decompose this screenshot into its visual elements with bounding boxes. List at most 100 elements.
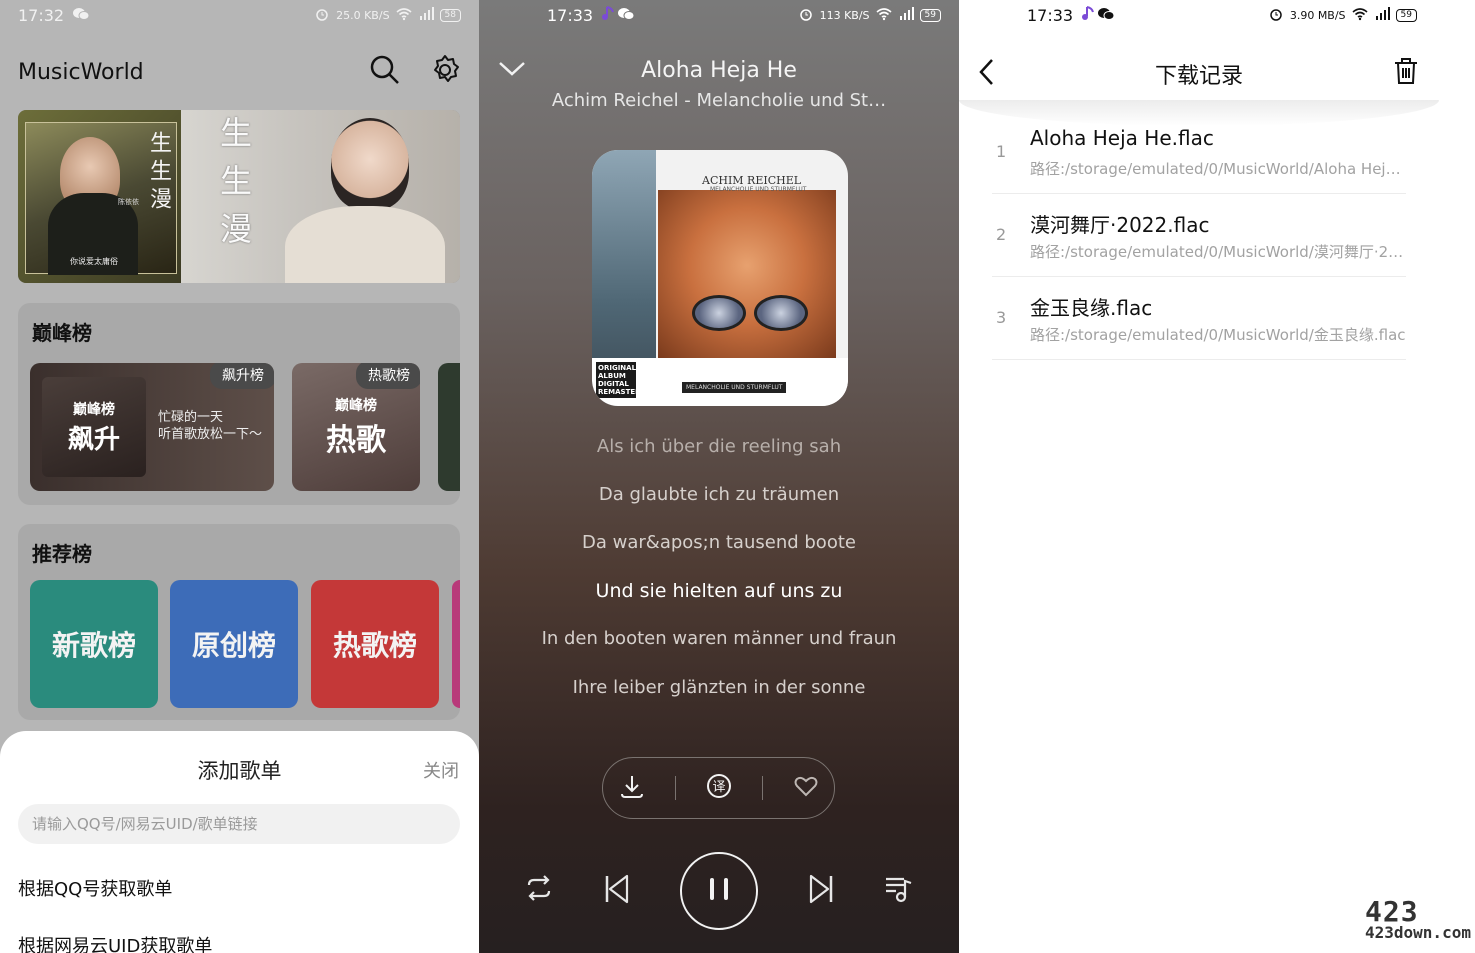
net-speed: 3.90 MB/S [1289, 8, 1346, 22]
rank-tile-hot[interactable]: 热歌榜 巅峰榜 热歌 [292, 363, 420, 491]
wechat-icon [617, 6, 635, 25]
status-time: 17:33 [547, 5, 594, 25]
rank-desc-line2: 听首歌放松一下～ [158, 427, 263, 442]
banner-album-cover: 生生漫 陈依依 你说爱太庸俗 [18, 110, 181, 283]
item-path: 路径:/storage/emulated/0/MusicWorld/金玉良缘.f… [1030, 326, 1406, 344]
previous-track-icon[interactable] [601, 872, 633, 910]
search-icon[interactable] [369, 54, 401, 90]
status-bar: 17:33 113 KB/S 59 [479, 0, 959, 30]
home-screen: 17:32 25.0 KB/S 58 MusicWorld 生生漫 陈依依 你说… [0, 0, 479, 953]
rank-art-small: 巅峰榜 [335, 398, 377, 414]
download-history-screen: 17:33 3.90 MB/S 59 下载记录 1 Aloha Heja He.… [959, 0, 1475, 953]
signal-icon [418, 6, 434, 24]
alarm-icon [1268, 7, 1284, 24]
item-filename: 漠河舞厅·2022.flac [1030, 213, 1210, 237]
wifi-icon [1352, 7, 1368, 24]
item-path: 路径:/storage/emulated/0/MusicWorld/Aloha … [1030, 160, 1408, 178]
pause-button[interactable] [680, 852, 758, 930]
rank-tile-soaring[interactable]: 飙升榜 巅峰榜 飙升 忙碌的一天 听首歌放松一下～ [30, 363, 274, 491]
rank-art-big: 热歌 [326, 423, 386, 458]
app-title: MusicWorld [18, 59, 144, 85]
wifi-icon [396, 7, 412, 24]
banner-photo: 生生漫 [181, 110, 460, 283]
item-index: 1 [996, 142, 1007, 161]
rank-badge: 飙升榜 [210, 363, 274, 389]
album-tag: ORIGINAL ALBUM DIGITAL REMASTERED [596, 362, 652, 398]
favorite-heart-icon[interactable] [792, 772, 820, 804]
status-bar: 17:32 25.0 KB/S 58 [0, 0, 479, 30]
banner-artist: 陈依依 [118, 198, 139, 206]
settings-gear-icon[interactable] [429, 54, 461, 90]
wifi-icon [876, 7, 892, 24]
status-time: 17:33 [1027, 5, 1074, 25]
rec-tile-original[interactable]: 原创榜 [170, 580, 298, 708]
wechat-icon [1097, 6, 1115, 25]
status-time: 17:32 [18, 5, 65, 25]
repeat-mode-icon[interactable] [523, 872, 555, 908]
item-path: 路径:/storage/emulated/0/MusicWorld/漠河舞厅·2… [1030, 243, 1408, 261]
recommend-chart-section: 推荐榜 新歌榜 原创榜 热歌榜 [18, 524, 460, 720]
item-filename: Aloha Heja He.flac [1030, 126, 1214, 150]
rec-tile-partial[interactable] [452, 580, 460, 708]
rec-tile-new-songs[interactable]: 新歌榜 [30, 580, 158, 708]
song-actions-bar: 译 [602, 757, 835, 819]
playlist-queue-icon[interactable] [883, 872, 915, 908]
now-playing-screen: 17:33 113 KB/S 59 Aloha Heja He Achim Re… [479, 0, 959, 953]
status-bar: 17:33 3.90 MB/S 59 [959, 0, 1475, 30]
next-track-icon[interactable] [805, 872, 837, 910]
rec-tile-label: 热歌榜 [332, 629, 417, 662]
section-title-recommend: 推荐榜 [32, 542, 92, 566]
add-playlist-sheet: 添加歌单 关闭 根据QQ号获取歌单 根据网易云UID获取歌单 [0, 731, 479, 953]
sheet-close-button[interactable]: 关闭 [423, 757, 459, 783]
lyric-line: Da glaubte ich zu träumen [598, 484, 840, 505]
lyric-line: In den booten waren männer und fraun [541, 628, 897, 649]
album-photo [658, 190, 836, 358]
rec-tile-label: 原创榜 [191, 629, 276, 662]
featured-banner[interactable]: 生生漫 陈依依 你说爱太庸俗 生生漫 [18, 110, 460, 283]
alarm-icon [314, 7, 330, 24]
rank-art: 巅峰榜 热歌 [292, 377, 420, 477]
fetch-by-qq-option[interactable]: 根据QQ号获取歌单 [18, 875, 172, 901]
playlist-source-input[interactable] [18, 804, 460, 844]
rec-tile-hot-songs[interactable]: 热歌榜 [311, 580, 439, 708]
app-bar: MusicWorld [18, 50, 461, 94]
banner-title-left: 生生漫 [146, 131, 171, 215]
section-title-peak: 巅峰榜 [32, 321, 92, 345]
banner-title-right: 生生漫 [215, 116, 253, 260]
music-note-icon [601, 5, 617, 25]
net-speed: 113 KB/S [819, 8, 870, 22]
rank-tile-partial[interactable] [438, 363, 460, 491]
lyric-line-active: Und sie hielten auf uns zu [595, 580, 843, 602]
download-item[interactable]: 1 Aloha Heja He.flac 路径:/storage/emulate… [992, 110, 1408, 194]
pause-icon [705, 874, 733, 908]
signal-icon [898, 6, 914, 24]
lyric-line: Ihre leiber glänzten in der sonne [572, 677, 866, 698]
download-item[interactable]: 3 金玉良缘.flac 路径:/storage/emulated/0/Music… [992, 276, 1406, 360]
download-icon[interactable] [618, 772, 646, 804]
album-cover: ACHIM REICHEL MELANCHOLIE UND STURMFLUT … [592, 150, 848, 406]
fetch-by-netease-option[interactable]: 根据网易云UID获取歌单 [18, 932, 212, 953]
rank-desc: 忙碌的一天 听首歌放松一下～ [158, 409, 262, 443]
rank-desc-line1: 忙碌的一天 [158, 410, 224, 425]
rank-art: 巅峰榜 飙升 [42, 377, 146, 477]
item-index: 2 [996, 225, 1007, 244]
translate-icon[interactable]: 译 [705, 772, 733, 804]
rank-art-small: 巅峰榜 [73, 401, 115, 418]
rank-art-big: 飙升 [67, 424, 120, 455]
item-filename: 金玉良缘.flac [1030, 296, 1153, 320]
battery-indicator: 59 [1395, 8, 1417, 22]
site-watermark: 423 423down.com [1365, 895, 1471, 942]
download-item[interactable]: 2 漠河舞厅·2022.flac 路径:/storage/emulated/0/… [992, 193, 1408, 277]
album-header2: MELANCHOLIE UND STURMFLUT [710, 186, 807, 193]
battery-indicator: 58 [439, 8, 461, 22]
signal-icon [1374, 6, 1390, 24]
net-speed: 25.0 KB/S [336, 8, 390, 22]
svg-text:译: 译 [712, 780, 725, 795]
lyric-line: Als ich über die reeling sah [596, 436, 842, 457]
alarm-icon [798, 7, 814, 24]
song-title: Aloha Heja He [641, 58, 797, 83]
item-index: 3 [996, 308, 1007, 327]
watermark-domain: 423down.com [1365, 923, 1471, 942]
peak-chart-section: 巅峰榜 飙升榜 巅峰榜 飙升 忙碌的一天 听首歌放松一下～ 热歌榜 巅峰榜 热歌 [18, 303, 460, 505]
trash-icon[interactable] [1393, 56, 1419, 90]
